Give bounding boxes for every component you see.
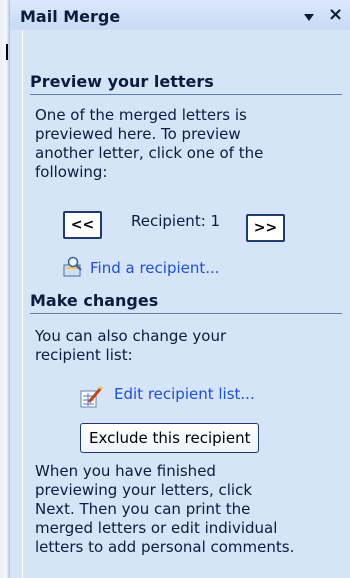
- footer-line: letters to add personal comments.: [35, 538, 295, 556]
- changes-description-line: You can also change your: [35, 327, 227, 345]
- edit-recipient-list-link[interactable]: Edit recipient list...: [114, 385, 255, 403]
- preview-description-line: previewed here. To preview: [35, 125, 241, 143]
- preview-description-line: following:: [35, 163, 108, 181]
- preview-heading: Preview your letters: [30, 72, 214, 91]
- preview-description-line: another letter, click one of the: [35, 144, 264, 162]
- footer-line: merged letters or edit individual: [35, 519, 278, 537]
- footer-line: previewing your letters, click: [35, 481, 253, 499]
- menu-arrow-icon[interactable]: [304, 14, 314, 21]
- pane-title: Mail Merge: [20, 7, 121, 26]
- left-document-edge: [0, 0, 10, 578]
- previous-recipient-button[interactable]: <<: [63, 211, 102, 239]
- preview-description: One of the merged letters is previewed h…: [35, 106, 263, 182]
- changes-description: You can also change your recipient list:: [35, 327, 226, 365]
- edit-list-icon: [80, 385, 104, 408]
- recipient-label: Recipient: 1: [131, 212, 221, 230]
- exclude-recipient-button[interactable]: Exclude this recipient: [80, 423, 260, 453]
- footer-line: Next. Then you can print the: [35, 500, 251, 518]
- mail-merge-task-pane: Mail Merge × Preview your letters One of…: [10, 0, 350, 578]
- find-recipient-link[interactable]: Find a recipient...: [90, 259, 220, 277]
- close-icon[interactable]: ×: [328, 4, 343, 25]
- footer-line: When you have finished: [35, 462, 216, 480]
- pane-titlebar: Mail Merge ×: [10, 0, 350, 30]
- edge-marker: [6, 44, 8, 60]
- changes-heading: Make changes: [30, 291, 159, 310]
- find-recipient-icon: [63, 256, 82, 277]
- changes-description-line: recipient list:: [35, 346, 133, 364]
- footer-instructions: When you have finished previewing your l…: [35, 462, 294, 557]
- changes-heading-rule: [30, 313, 342, 314]
- preview-heading-rule: [30, 94, 342, 95]
- next-recipient-button[interactable]: >>: [246, 214, 285, 242]
- preview-description-line: One of the merged letters is: [35, 106, 247, 124]
